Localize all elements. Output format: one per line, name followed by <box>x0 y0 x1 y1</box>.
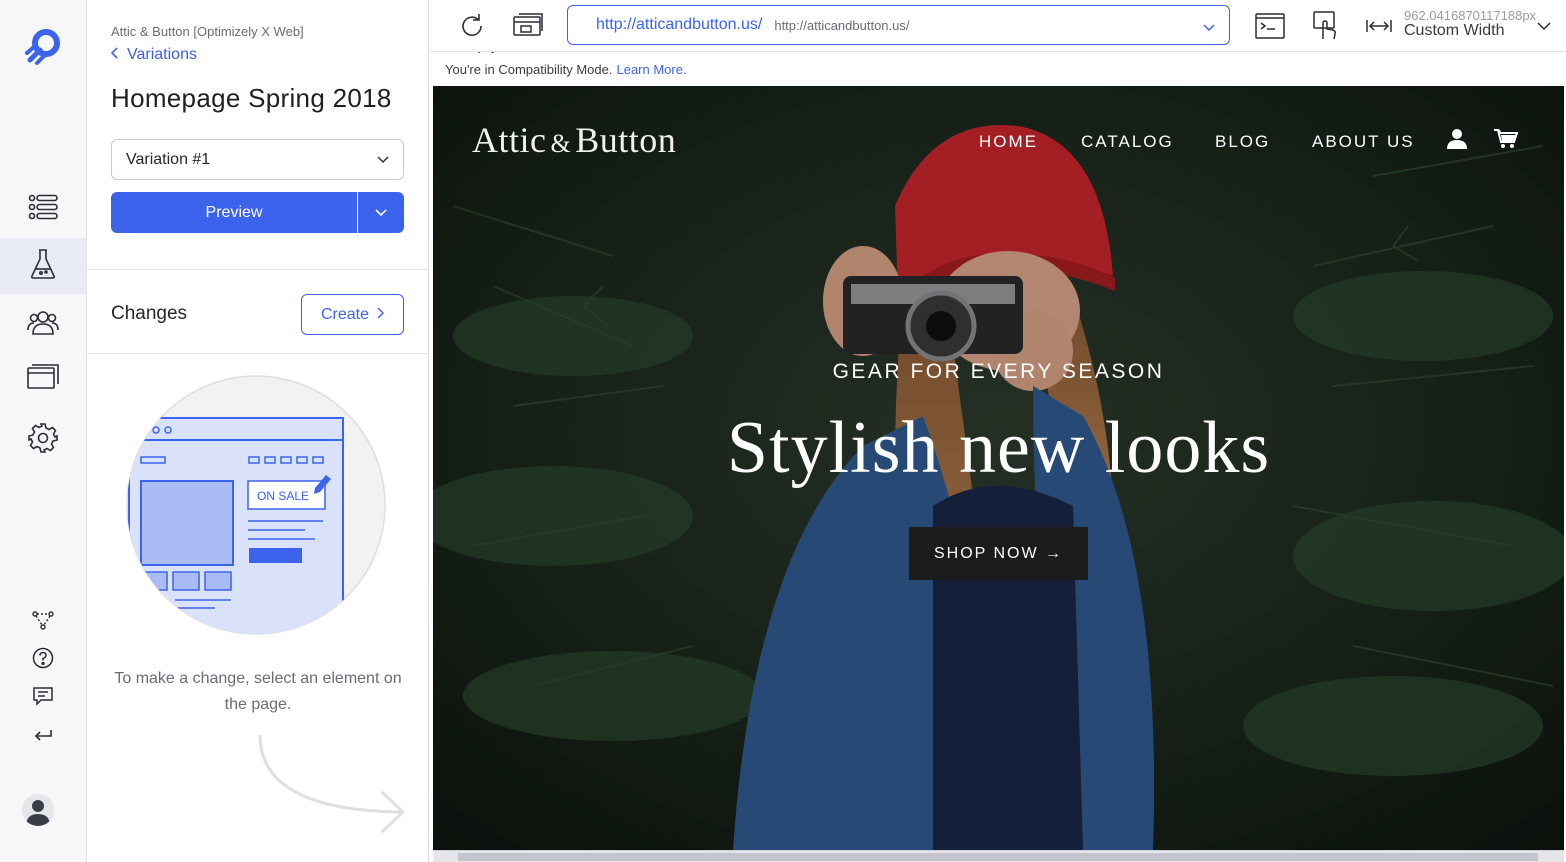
account-icon[interactable] <box>1446 128 1472 154</box>
experiment-title: Homepage Spring 2018 <box>111 83 392 113</box>
url-suggestion: http://atticandbutton.us/ <box>774 17 910 33</box>
scrollbar-thumb[interactable] <box>458 853 1538 861</box>
divider <box>87 353 429 354</box>
pages-icon <box>27 363 59 397</box>
width-resize-icon[interactable] <box>1363 10 1395 42</box>
hero-headline[interactable]: Stylish new looks <box>433 406 1564 491</box>
back-arrow-icon[interactable] <box>30 722 56 748</box>
create-change-button[interactable]: Create <box>301 294 404 335</box>
back-to-variations-link[interactable]: Variations <box>110 46 197 64</box>
interactive-mode-icon[interactable] <box>1310 10 1342 42</box>
url-bar[interactable]: http://atticandbutton.us/ http://attican… <box>567 5 1230 45</box>
preview-button[interactable]: Preview <box>111 192 357 233</box>
chevron-right-icon <box>377 306 385 324</box>
shop-now-button[interactable]: SHOP NOW → <box>909 527 1088 580</box>
code-editor-icon[interactable] <box>1254 10 1286 42</box>
help-icon[interactable] <box>30 645 56 671</box>
preview-horizontal-scrollbar[interactable] <box>433 850 1564 862</box>
preview-button-group: Preview <box>111 192 404 233</box>
create-button-label: Create <box>320 305 370 323</box>
site-nav-about-us[interactable]: ABOUT US <box>1312 132 1415 152</box>
responsive-preview-icon[interactable] <box>512 10 544 42</box>
preview-options-button[interactable] <box>357 192 404 233</box>
compatibility-text: You're in Compatibility Mode. <box>445 62 613 77</box>
empty-state-illustration: ON SALE <box>125 374 387 636</box>
user-avatar-icon[interactable] <box>22 794 54 826</box>
cart-icon[interactable] <box>1493 128 1519 154</box>
editor-toolbar: http://atticandbutton.us/ http://attican… <box>430 0 1566 52</box>
variation-select-value: Variation #1 <box>126 150 211 168</box>
nav-experiments[interactable] <box>0 181 86 237</box>
network-icon[interactable] <box>30 607 56 633</box>
project-name[interactable]: Attic & Button [Optimizely X Web] <box>111 24 304 39</box>
left-rail <box>0 0 87 862</box>
compatibility-notice: You're in Compatibility Mode. Learn More… <box>430 53 1566 86</box>
chevron-down-icon[interactable] <box>1203 19 1215 37</box>
nav-audiences[interactable] <box>0 296 86 352</box>
nav-settings[interactable] <box>0 412 86 468</box>
experiments-list-icon <box>28 194 58 225</box>
brand-ampersand: & <box>550 129 572 158</box>
width-value: 962.0416870117188px <box>1404 8 1537 23</box>
editor-side-panel: Attic & Button [Optimizely X Web] Variat… <box>87 0 496 862</box>
nav-experiment-flask[interactable] <box>0 238 86 294</box>
site-nav-catalog[interactable]: CATALOG <box>1081 132 1174 152</box>
back-link-label: Variations <box>127 46 197 63</box>
feedback-icon[interactable] <box>30 683 56 709</box>
nav-pages[interactable] <box>0 352 86 408</box>
audiences-icon <box>27 309 59 340</box>
current-url: http://atticandbutton.us/ <box>596 16 763 33</box>
flask-icon <box>30 248 56 285</box>
site-preview-frame[interactable]: Attic & Button HOME CATALOG BLOG ABOUT US … <box>433 86 1564 850</box>
site-logo[interactable]: Attic & Button <box>472 119 676 161</box>
changes-heading: Changes <box>111 303 188 324</box>
site-nav-home[interactable]: HOME <box>979 132 1038 152</box>
brand-word-1: Attic <box>472 120 547 160</box>
empty-state-hint: To make a change, select an element on t… <box>114 670 402 713</box>
chevron-left-icon <box>110 46 119 64</box>
refresh-icon[interactable] <box>456 10 488 42</box>
learn-more-link[interactable]: Learn More. <box>616 62 686 77</box>
illustration-on-sale-label: ON SALE <box>257 489 310 503</box>
site-nav-blog[interactable]: BLOG <box>1215 132 1270 152</box>
divider <box>87 269 429 270</box>
chevron-down-icon[interactable] <box>1528 10 1560 42</box>
variation-select[interactable]: Variation #1 <box>111 139 404 180</box>
width-preset-select[interactable]: Custom Width <box>1404 22 1504 40</box>
brand-word-2: Button <box>575 120 677 160</box>
curved-arrow-icon <box>255 730 415 840</box>
hero-kicker[interactable]: GEAR FOR EVERY SEASON <box>433 360 1564 384</box>
chevron-down-icon <box>377 151 389 169</box>
optimizely-logo-icon[interactable] <box>24 26 64 66</box>
gear-icon <box>28 422 58 458</box>
chevron-down-icon <box>375 204 387 222</box>
